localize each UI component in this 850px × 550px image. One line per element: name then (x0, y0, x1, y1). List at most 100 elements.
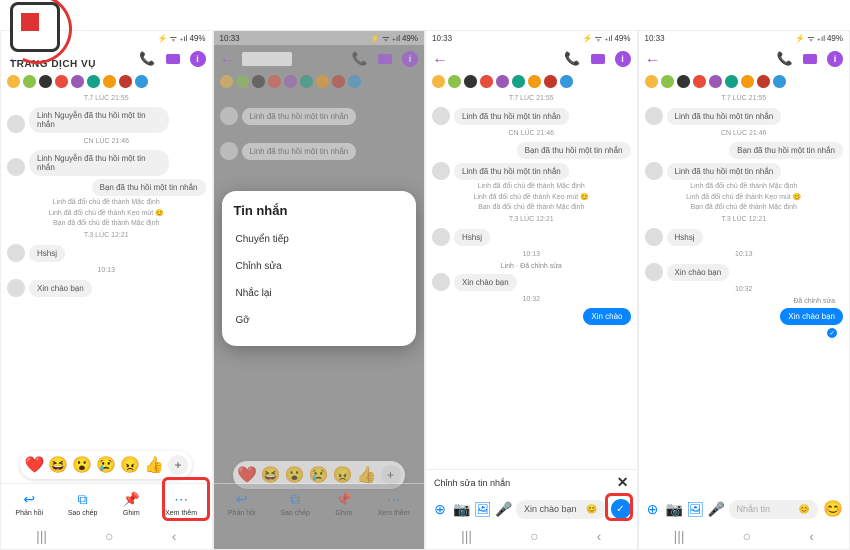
reaction-picker[interactable]: ❤️ 😆 😮 😢 😠 👍 + (20, 451, 192, 479)
avatar[interactable] (645, 263, 663, 281)
message-bubble[interactable]: Linh đã thu hồi một tin nhắn (667, 108, 782, 125)
avatar[interactable] (645, 107, 663, 125)
nav-home[interactable]: ○ (318, 528, 326, 544)
message-bubble[interactable]: Hshsj (667, 229, 703, 246)
contact-name[interactable] (454, 52, 504, 66)
message-bubble[interactable]: Linh đã thu hồi một tin nhắn (454, 108, 569, 125)
android-nav: ||| ○ ‹ (1, 523, 212, 549)
story-row[interactable] (639, 73, 850, 91)
call-icon[interactable]: 📞 (565, 51, 581, 67)
action-reply[interactable]: ↩Phản hồi (15, 490, 43, 517)
my-message-bubble[interactable]: Xin chào (583, 308, 630, 325)
mic-icon[interactable]: 🎤 (495, 501, 511, 518)
message-input[interactable]: Nhắn tin😊 (729, 500, 819, 519)
avatar[interactable] (432, 273, 450, 291)
reaction-heart[interactable]: ❤️ (24, 455, 44, 475)
gallery-icon[interactable]: 🖼 (474, 501, 490, 518)
message-bubble[interactable]: Linh đã thu hồi một tin nhắn (667, 163, 782, 180)
avatar[interactable] (7, 279, 25, 297)
story-row[interactable] (214, 73, 425, 91)
sheet-remove[interactable]: Gỡ (234, 307, 405, 334)
nav-recent[interactable]: ||| (36, 528, 47, 544)
nav-home[interactable]: ○ (743, 528, 751, 544)
nav-recent[interactable]: ||| (461, 528, 472, 544)
avatar[interactable] (7, 115, 25, 133)
add-icon[interactable]: ⊕ (432, 501, 448, 518)
story-row[interactable] (1, 73, 212, 91)
back-icon[interactable]: ← (220, 50, 236, 68)
chat-header: ← 📞 i (426, 45, 637, 73)
avatar[interactable] (7, 158, 25, 176)
camera-icon[interactable]: 📷 (453, 501, 469, 518)
contact-name[interactable] (667, 52, 717, 66)
like-button[interactable]: 😊 (823, 499, 843, 519)
emoji-icon[interactable]: 😊 (799, 504, 810, 515)
nav-recent[interactable]: ||| (674, 528, 685, 544)
camera-icon[interactable]: 📷 (666, 501, 682, 518)
message-bubble[interactable]: Linh Nguyễn đã thu hồi một tin nhắn (29, 150, 169, 176)
add-icon[interactable]: ⊕ (645, 501, 661, 518)
message-bubble[interactable]: Hshsj (454, 229, 490, 246)
story-row[interactable] (426, 73, 637, 91)
video-icon[interactable] (803, 54, 817, 64)
message-bubble[interactable]: Linh Nguyễn đã thu hồi một tin nhắn (29, 107, 169, 133)
message-bubble[interactable]: Xin chào bạn (667, 264, 730, 281)
reaction-sad[interactable]: 😢 (96, 455, 116, 475)
reaction-wow[interactable]: 😮 (72, 455, 92, 475)
sheet-forward[interactable]: Chuyển tiếp (234, 226, 405, 253)
reaction-haha[interactable]: 😆 (48, 455, 68, 475)
nav-back[interactable]: ‹ (809, 528, 814, 544)
timestamp: T.7 LÚC 21:55 (7, 95, 206, 102)
reaction-add[interactable]: + (168, 455, 188, 475)
gallery-icon[interactable]: 🖼 (687, 501, 703, 518)
video-icon[interactable] (166, 54, 180, 64)
nav-home[interactable]: ○ (105, 528, 113, 544)
my-message-bubble[interactable]: Xin chào bạn (780, 308, 843, 325)
mic-icon[interactable]: 🎤 (708, 501, 724, 518)
message-bubble[interactable]: Xin chào bạn (454, 274, 517, 291)
avatar[interactable] (645, 228, 663, 246)
sheet-remind[interactable]: Nhắc lại (234, 280, 405, 307)
nav-back[interactable]: ‹ (172, 528, 177, 544)
reaction-angry[interactable]: 😠 (120, 455, 140, 475)
emoji-icon[interactable]: 😊 (586, 504, 597, 515)
message-bubble[interactable]: Bạn đã thu hồi một tin nhắn (92, 179, 206, 196)
nav-back[interactable]: ‹ (597, 528, 602, 544)
timestamp: 10:13 (7, 267, 206, 274)
avatar[interactable] (432, 228, 450, 246)
status-bar: 10:33⚡ ᯤ ₊ıl 49% (214, 31, 425, 45)
video-icon[interactable] (378, 54, 392, 64)
message-bubble[interactable]: Bạn đã thu hồi một tin nhắn (517, 142, 631, 159)
sheet-edit[interactable]: Chỉnh sửa (234, 253, 405, 280)
info-icon[interactable]: i (615, 51, 631, 67)
avatar[interactable] (645, 162, 663, 180)
timestamp: T.3 LÚC 12:21 (645, 216, 844, 223)
nav-back[interactable]: ‹ (384, 528, 389, 544)
contact-name[interactable] (242, 52, 292, 66)
action-pin[interactable]: 📌Ghim (122, 490, 140, 517)
call-icon[interactable]: 📞 (777, 51, 793, 67)
message-bubble[interactable]: Linh đã thu hồi một tin nhắn (454, 163, 569, 180)
info-icon[interactable]: i (402, 51, 418, 67)
close-edit-icon[interactable]: ✕ (617, 474, 629, 491)
nav-home[interactable]: ○ (530, 528, 538, 544)
avatar[interactable] (432, 107, 450, 125)
message-input[interactable]: Xin chào bạn😊 (516, 500, 606, 519)
call-icon[interactable]: 📞 (140, 51, 156, 67)
avatar[interactable] (432, 162, 450, 180)
avatar[interactable] (7, 244, 25, 262)
info-icon[interactable]: i (190, 51, 206, 67)
timestamp: T.3 LÚC 12:21 (432, 216, 631, 223)
info-icon[interactable]: i (827, 51, 843, 67)
call-icon[interactable]: 📞 (352, 51, 368, 67)
system-message: Linh đã đổi chủ đề thành Mặc định (7, 199, 206, 206)
action-copy[interactable]: ⧉Sao chép (68, 490, 98, 517)
video-icon[interactable] (591, 54, 605, 64)
reaction-like[interactable]: 👍 (144, 455, 164, 475)
back-icon[interactable]: ← (432, 50, 448, 68)
nav-recent[interactable]: ||| (249, 528, 260, 544)
back-icon[interactable]: ← (645, 50, 661, 68)
message-bubble[interactable]: Hshsj (29, 245, 65, 262)
message-bubble[interactable]: Bạn đã thu hồi một tin nhắn (729, 142, 843, 159)
message-bubble[interactable]: Xin chào bạn (29, 280, 92, 297)
